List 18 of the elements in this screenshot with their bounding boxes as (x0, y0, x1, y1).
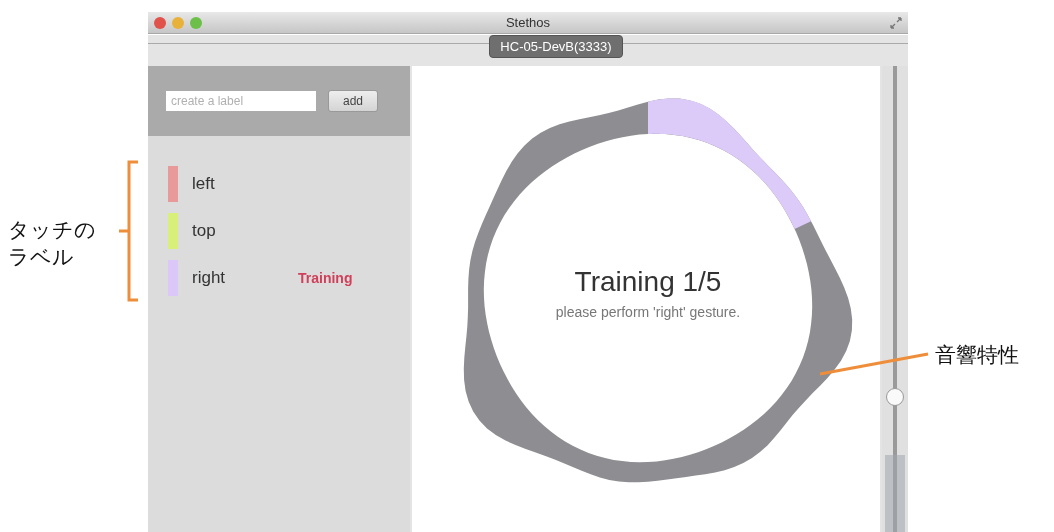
label-name[interactable]: top (192, 221, 284, 241)
training-title: Training 1/5 (574, 266, 722, 298)
window-title: Stethos (505, 15, 551, 31)
label-name[interactable]: left (192, 174, 284, 194)
device-tab[interactable]: HC-05-DevB(3333) (489, 35, 623, 59)
vertical-slider[interactable] (882, 66, 908, 532)
window-control-button[interactable] (154, 16, 166, 29)
label-input-field[interactable]: create a label (166, 91, 316, 111)
training-instruction: please perform 'right' gesture. (555, 304, 741, 320)
add-button[interactable]: add (328, 90, 379, 112)
label-name[interactable]: right (192, 268, 284, 288)
label-status: Training (298, 270, 353, 286)
labels-annotation: タッチのラベル (8, 217, 97, 271)
ring-annotation: 音響特性 (935, 342, 1019, 368)
slider-thumb[interactable] (886, 387, 904, 406)
window-control-button[interactable] (190, 16, 202, 29)
window-control-button[interactable] (172, 16, 184, 29)
fullscreen-icon[interactable] (890, 16, 902, 29)
